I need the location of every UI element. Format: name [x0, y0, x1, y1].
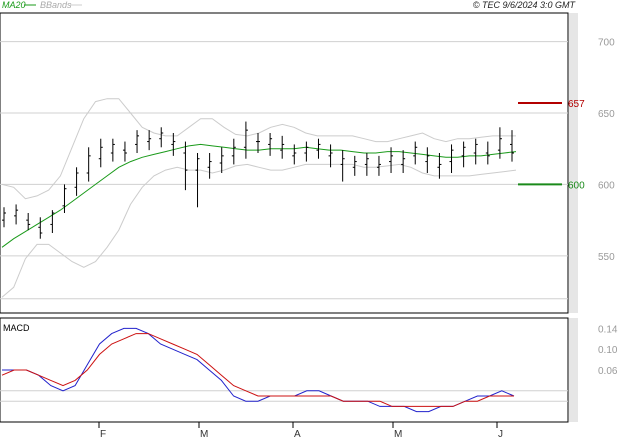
price-tick-label: 650 — [598, 109, 615, 120]
price-panel-frame — [0, 12, 569, 314]
macd-panel-frame — [0, 317, 569, 423]
chart-container: MA20 BBands © TEC 9/6/2024 3:0 GMT 550 60… — [0, 0, 627, 440]
macd-title: MACD — [3, 323, 30, 333]
copyright-text: © TEC 9/6/2024 3:0 GMT — [473, 0, 577, 10]
macd-axis-shade — [569, 318, 578, 422]
price-tick-label: 700 — [598, 38, 615, 49]
level-label: 600 — [568, 180, 585, 191]
stock-chart: MA20 BBands © TEC 9/6/2024 3:0 GMT 550 60… — [0, 0, 618, 440]
month-label: M — [394, 429, 402, 440]
bbands-legend-label: BBands — [40, 0, 72, 10]
price-tick-label: 600 — [598, 180, 615, 191]
macd-tick-label: 0.10 — [598, 345, 618, 356]
month-label: A — [294, 429, 301, 440]
macd-tick-label: 0.14 — [598, 324, 618, 335]
month-label: F — [100, 429, 106, 440]
ma20-legend-label: MA20 — [2, 0, 26, 10]
month-label: J — [498, 429, 503, 440]
price-y-axis: 550 600 650 700 — [598, 38, 615, 263]
level-label: 657 — [568, 99, 585, 110]
macd-y-axis: 0.06 0.10 0.14 — [598, 324, 618, 377]
month-label: M — [200, 429, 208, 440]
month-axis: FMAMJ — [98, 422, 503, 440]
macd-tick-label: 0.06 — [598, 366, 618, 377]
price-axis-shade — [569, 13, 578, 313]
price-tick-label: 550 — [598, 252, 615, 263]
